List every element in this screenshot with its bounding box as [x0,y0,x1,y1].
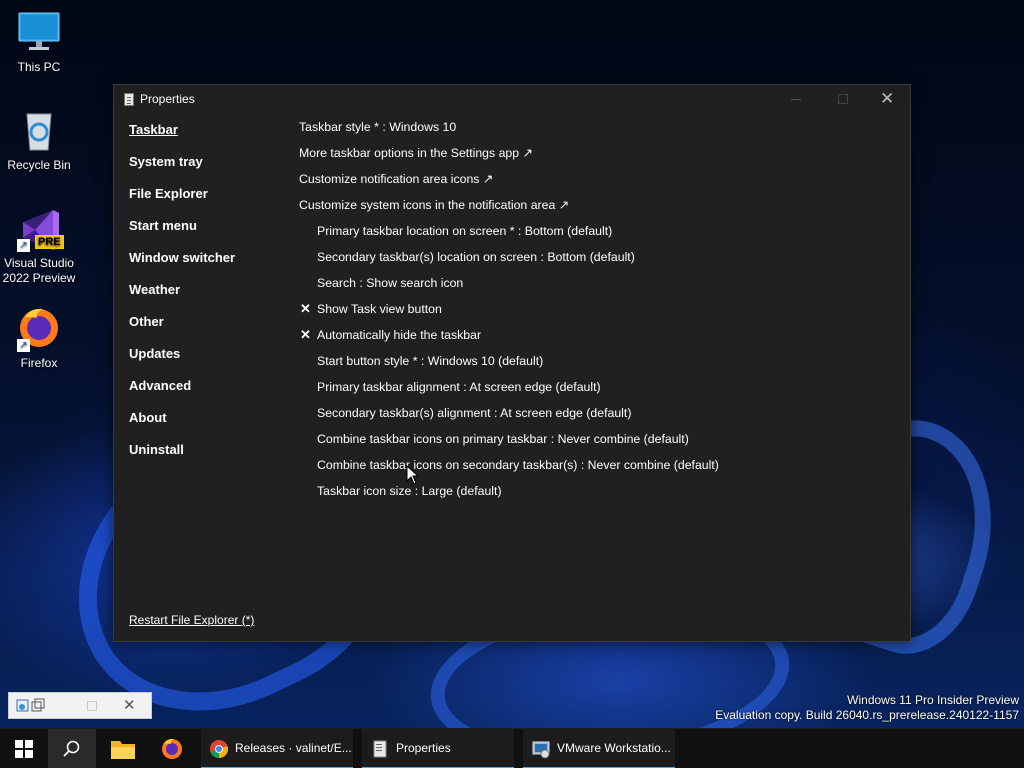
evaluation-watermark: Windows 11 Pro Insider Preview Evaluatio… [715,693,1019,723]
setting-label: Secondary taskbar(s) location on screen … [317,250,635,264]
watermark-line: Windows 11 Pro Insider Preview [847,693,1019,707]
close-icon: ✕ [880,89,895,109]
recycle-bin-icon [15,106,63,154]
nav-item-start-menu[interactable]: Start menu [129,217,289,249]
properties-app-icon [373,740,387,758]
setting-label: Taskbar style * : Windows 10 [299,120,457,134]
close-button[interactable]: ✕ [866,85,912,115]
window-thumbnail-widget[interactable]: ✕ [8,692,152,719]
desktop-icon-label: Visual Studio [4,256,74,270]
shortcut-arrow-icon: ↗ [17,239,30,252]
setting-combine-secondary[interactable]: Combine taskbar icons on secondary taskb… [299,456,899,482]
setting-primary-location[interactable]: Primary taskbar location on screen * : B… [299,222,899,248]
restart-file-explorer-link[interactable]: Restart File Explorer (*) [129,613,254,627]
nav-item-advanced[interactable]: Advanced [129,377,289,409]
setting-system-icons-link[interactable]: Customize system icons in the notificati… [299,196,899,222]
setting-label: Primary taskbar location on screen * : B… [317,224,613,238]
close-icon[interactable]: ✕ [123,696,136,714]
setting-icon-size[interactable]: Taskbar icon size : Large (default) [299,482,899,508]
setting-start-button-style[interactable]: Start button style * : Windows 10 (defau… [299,352,899,378]
setting-label: Start button style * : Windows 10 (defau… [317,354,544,368]
taskbar: Releases · valinet/E... Properties VMwar… [0,728,1024,768]
setting-label: Secondary taskbar(s) alignment : At scre… [317,406,632,420]
watermark-line: Evaluation copy. Build 26040.rs_prerelea… [715,708,1019,722]
setting-label: Primary taskbar alignment : At screen ed… [317,380,601,394]
windows-logo-icon [15,740,33,758]
nav-item-weather[interactable]: Weather [129,281,289,313]
nav-item-other[interactable]: Other [129,313,289,345]
start-button[interactable] [0,729,48,768]
setting-label: Combine taskbar icons on primary taskbar… [317,432,689,446]
window-title: Properties [140,92,195,106]
desktop-icon-visual-studio[interactable]: ↗ PRE Visual Studio 2022 Preview [0,204,78,286]
minimize-button[interactable] [774,85,820,115]
taskbar-app-properties[interactable]: Properties [362,729,514,768]
monitor-icon [15,8,63,56]
desktop-icon-this-pc[interactable]: This PC [0,8,78,75]
taskbar-app-label: Releases · valinet/E... [235,741,352,755]
pre-badge: PRE [35,235,64,249]
nav-item-taskbar[interactable]: Taskbar [129,121,289,153]
setting-label: Automatically hide the taskbar [317,328,482,342]
desktop-icon-firefox[interactable]: ↗ Firefox [0,304,78,371]
taskbar-app-label: VMware Workstatio... [557,741,671,755]
setting-more-options-link[interactable]: More taskbar options in the Settings app… [299,144,899,170]
setting-taskbar-style[interactable]: Taskbar style * : Windows 10 [299,118,899,144]
taskbar-app-label: Properties [396,741,451,755]
nav-item-window-switcher[interactable]: Window switcher [129,249,289,281]
settings-list: Taskbar style * : Windows 10 More taskba… [299,118,899,508]
nav-item-file-explorer[interactable]: File Explorer [129,185,289,217]
setting-autohide-toggle[interactable]: ✕ Automatically hide the taskbar [299,326,899,352]
mouse-pointer-icon [406,465,420,485]
desktop-icon-label: This PC [17,60,61,74]
setting-search[interactable]: Search : Show search icon [299,274,899,300]
setting-secondary-location[interactable]: Secondary taskbar(s) location on screen … [299,248,899,274]
search-icon [63,740,80,757]
desktop-icon-label: 2022 Preview [2,271,76,285]
setting-label: Show Task view button [317,302,442,316]
visual-studio-icon: ↗ PRE [15,204,64,252]
firefox-icon: ↗ [15,304,63,352]
setting-label: Search : Show search icon [317,276,464,290]
setting-label: Taskbar icon size : Large (default) [317,484,502,498]
setting-label: Customize notification area icons ↗ [299,172,494,186]
search-button[interactable] [48,729,96,768]
nav-item-updates[interactable]: Updates [129,345,289,377]
setting-notification-icons-link[interactable]: Customize notification area icons ↗ [299,170,899,196]
setting-combine-primary[interactable]: Combine taskbar icons on primary taskbar… [299,430,899,456]
check-icon: ✕ [300,301,311,316]
properties-window: Properties ✕ Taskbar System tray File Ex… [113,84,911,642]
setting-label: Combine taskbar icons on secondary taskb… [317,458,719,472]
taskbar-app-chrome[interactable]: Releases · valinet/E... [201,729,353,768]
window-titlebar[interactable]: Properties ✕ [114,85,910,115]
nav-item-about[interactable]: About [129,409,289,441]
file-explorer-taskbar-button[interactable] [99,729,147,768]
minimize-icon [791,99,801,100]
firefox-taskbar-button[interactable] [149,729,195,768]
settings-nav: Taskbar System tray File Explorer Start … [129,121,289,473]
desktop-icon-label: Recycle Bin [7,158,71,172]
shortcut-arrow-icon: ↗ [17,339,30,352]
restore-window-icon [16,698,45,712]
setting-secondary-alignment[interactable]: Secondary taskbar(s) alignment : At scre… [299,404,899,430]
maximize-icon [838,94,848,104]
maximize-button[interactable] [820,85,866,115]
chrome-icon [210,740,229,758]
desktop-icon-label: Firefox [20,356,58,370]
check-icon: ✕ [300,327,311,342]
vmware-icon [532,741,550,759]
nav-item-system-tray[interactable]: System tray [129,153,289,185]
folder-icon [111,741,135,759]
firefox-icon [162,738,182,759]
setting-primary-alignment[interactable]: Primary taskbar alignment : At screen ed… [299,378,899,404]
properties-app-icon [124,93,134,106]
setting-label: Customize system icons in the notificati… [299,198,570,212]
desktop-icon-recycle-bin[interactable]: Recycle Bin [0,106,78,173]
nav-item-uninstall[interactable]: Uninstall [129,441,289,473]
setting-label: More taskbar options in the Settings app… [299,146,533,160]
taskbar-app-vmware[interactable]: VMware Workstatio... [523,729,675,768]
setting-task-view-toggle[interactable]: ✕ Show Task view button [299,300,899,326]
maximize-icon[interactable] [87,701,97,711]
